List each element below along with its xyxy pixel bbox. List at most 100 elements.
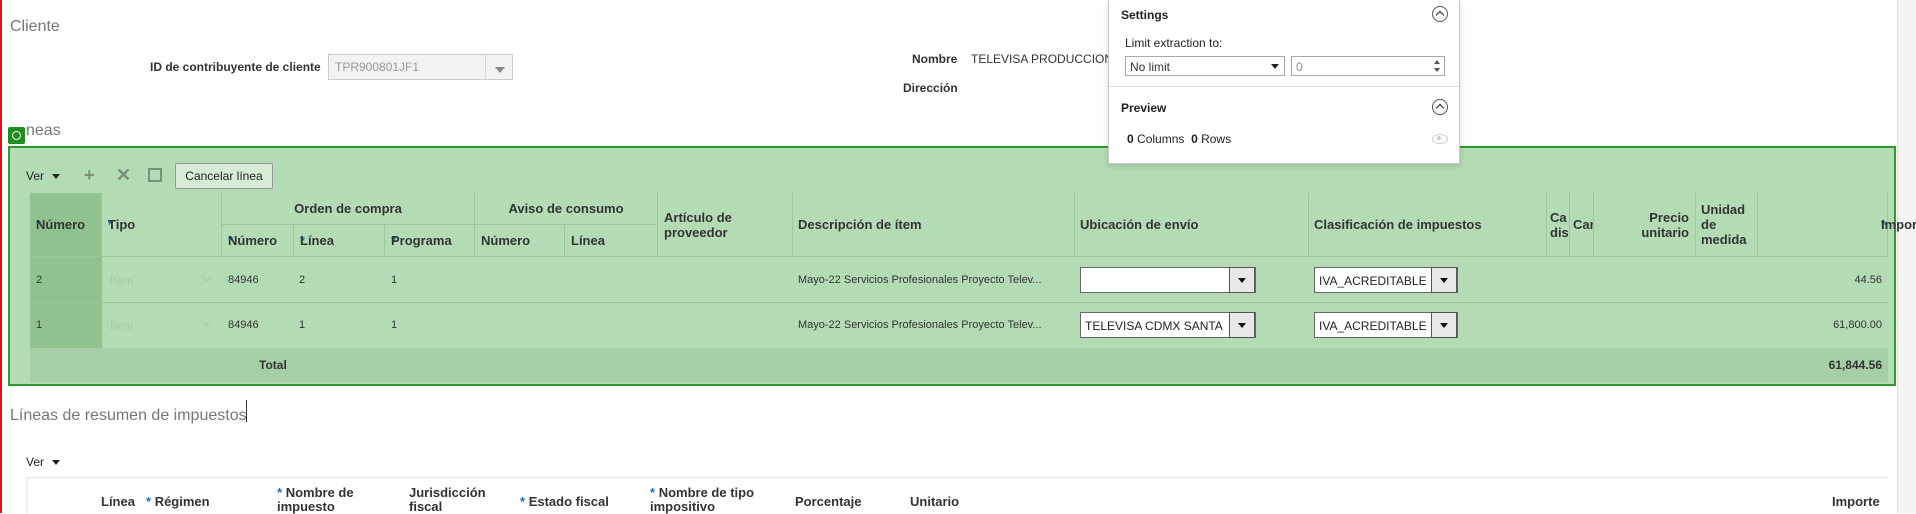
header-aviso-consumo: Aviso de consumo	[475, 193, 658, 225]
tax-header-regimen-label: Régimen	[154, 494, 210, 509]
tax-header-estado-fiscal[interactable]: * Estado fiscal	[520, 495, 609, 509]
region-target-icon[interactable]	[8, 127, 25, 144]
tax-header-linea[interactable]: Línea	[101, 495, 135, 509]
tipo-value: Ítem	[110, 319, 134, 333]
header-importe[interactable]: * Importe	[1758, 193, 1916, 257]
header-ubicacion-label: Ubicación de envío	[1080, 217, 1199, 232]
clasificacion-select[interactable]: IVA_ACREDITABLE	[1314, 312, 1458, 338]
eye-icon[interactable]	[1432, 134, 1448, 144]
text-cursor	[246, 400, 247, 422]
tax-header-jurisdiccion[interactable]: Jurisdicción fiscal	[409, 486, 499, 514]
spinner-down-icon[interactable]	[1434, 68, 1440, 72]
resumen-ver-menu[interactable]: Ver	[26, 455, 61, 469]
row-descripcion: Mayo-22 Servicios Profesionales Proyecto…	[798, 274, 1042, 286]
nombre-label: Nombre	[912, 52, 958, 66]
vertical-scrollbar[interactable]	[1897, 0, 1916, 513]
table-row[interactable]: 2 Ítem 84946 2 1 Mayo-22 Servicios Profe…	[30, 258, 1888, 302]
details-icon[interactable]	[148, 168, 162, 182]
header-tipo[interactable]: * Tipo	[102, 193, 222, 257]
clasificacion-select[interactable]: IVA_ACREDITABLE	[1314, 267, 1458, 293]
header-precio-unitario-label: Precio unitario	[1641, 210, 1689, 240]
row-oc-programa: 1	[391, 274, 398, 286]
resumen-row-header	[26, 478, 28, 513]
chevron-down-icon[interactable]	[485, 55, 512, 79]
header-descripcion[interactable]: Descripción de ítem	[793, 193, 1075, 257]
tax-header-nombre-impuesto[interactable]: * Nombre de impuesto	[277, 486, 377, 514]
spinner-up-icon[interactable]	[1434, 60, 1440, 64]
header-articulo-proveedor-label: Artículo de proveedor	[664, 210, 732, 240]
header-numero[interactable]: * Número	[30, 193, 102, 257]
header-orden-compra-label: Orden de compra	[294, 201, 402, 216]
header-ac-numero[interactable]: Número	[475, 225, 565, 257]
tipo-value: Ítem	[110, 274, 134, 288]
header-oc-programa[interactable]: * Programa	[385, 225, 475, 257]
resumen-ver-label: Ver	[26, 455, 45, 469]
dropdown-arrow-icon[interactable]	[1229, 267, 1255, 293]
add-icon[interactable]: +	[84, 165, 95, 186]
cancelar-linea-button[interactable]: Cancelar línea	[175, 163, 273, 189]
header-articulo-proveedor[interactable]: Artículo de proveedor	[658, 193, 793, 257]
page-left-accent-bar	[0, 0, 2, 513]
row-oc-programa: 1	[391, 319, 398, 331]
caret-down-icon	[52, 460, 61, 466]
header-oc-programa-label: Programa	[391, 233, 452, 248]
ubicacion-select[interactable]: TELEVISA CDMX SANTA	[1080, 312, 1256, 338]
chevron-down-icon	[201, 271, 212, 282]
preview-counts: 0 Columns 0 Rows	[1127, 132, 1231, 146]
header-oc-linea-label: Línea	[300, 233, 334, 248]
required-mark: *	[650, 485, 656, 500]
row-oc-numero: 84946	[228, 319, 259, 331]
header-orden-compra: Orden de compra	[222, 193, 475, 225]
tax-header-importe[interactable]: Importe	[1832, 495, 1880, 509]
dropdown-arrow-icon[interactable]	[1229, 312, 1255, 338]
header-descripcion-label: Descripción de ítem	[798, 217, 922, 232]
header-ac-linea[interactable]: Línea	[565, 225, 658, 257]
columns-count: 0	[1127, 132, 1134, 146]
chevron-down-icon	[201, 316, 212, 327]
required-mark: *	[277, 485, 283, 500]
header-ca-dis-label: Ca dis	[1550, 210, 1569, 240]
row-numero: 1	[36, 319, 43, 331]
limit-number-input[interactable]: 0	[1291, 56, 1445, 76]
dropdown-arrow-icon[interactable]	[1431, 267, 1457, 293]
table-row[interactable]: 1 Ítem 84946 1 1 Mayo-22 Servicios Profe…	[30, 303, 1888, 348]
header-ac-linea-label: Línea	[571, 233, 605, 248]
dropdown-arrow-icon[interactable]	[1431, 312, 1457, 338]
columns-label: Columns	[1137, 132, 1185, 146]
tax-header-porcentaje[interactable]: Porcentaje	[795, 495, 861, 509]
header-oc-numero-label: Número	[228, 233, 278, 248]
header-oc-numero[interactable]: * Número	[222, 225, 294, 257]
caret-down-icon	[52, 174, 61, 180]
header-precio-unitario[interactable]: Precio unitario	[1594, 193, 1696, 257]
tax-header-regimen[interactable]: * Régimen	[146, 495, 210, 509]
header-oc-linea[interactable]: * Línea	[294, 225, 385, 257]
header-numero-label: Número	[36, 217, 86, 232]
header-can[interactable]: Can	[1570, 193, 1594, 257]
ver-menu[interactable]: Ver	[26, 169, 61, 183]
header-clasificacion[interactable]: Clasificación de impuestos	[1309, 193, 1547, 257]
ubicacion-select[interactable]	[1080, 267, 1256, 293]
resumen-section-title: Líneas de resumen de impuestos	[10, 407, 247, 424]
tax-header-unitario[interactable]: Unitario	[910, 495, 959, 509]
popup-divider	[1109, 86, 1459, 87]
cliente-section-title: Cliente	[10, 18, 60, 35]
tax-header-tipo-impositivo-label: Nombre de tipo impositivo	[650, 485, 755, 514]
header-ca-dis[interactable]: Ca dis	[1547, 193, 1570, 257]
limit-select[interactable]: No limit	[1125, 56, 1285, 76]
row-oc-numero: 84946	[228, 274, 259, 286]
taxpayer-id-select[interactable]: TPR900801JF1	[328, 54, 513, 80]
tipo-select[interactable]: Ítem	[106, 312, 218, 338]
header-ubicacion[interactable]: Ubicación de envío	[1075, 193, 1309, 257]
tipo-select[interactable]: Ítem	[106, 267, 218, 293]
row-oc-linea: 1	[299, 319, 306, 331]
resumen-divider	[26, 477, 1888, 478]
collapse-preview-icon[interactable]	[1432, 99, 1448, 115]
delete-icon[interactable]: ✕	[116, 165, 131, 186]
collapse-settings-icon[interactable]	[1432, 6, 1448, 22]
row-oc-linea: 2	[299, 274, 306, 286]
ubicacion-value: TELEVISA CDMX SANTA	[1085, 319, 1223, 333]
rows-label: Rows	[1201, 132, 1232, 146]
header-unidad-medida[interactable]: Unidad de medida	[1696, 193, 1758, 257]
lineas-section-title: neas	[26, 122, 61, 139]
tax-header-tipo-impositivo[interactable]: * Nombre de tipo impositivo	[650, 486, 770, 514]
